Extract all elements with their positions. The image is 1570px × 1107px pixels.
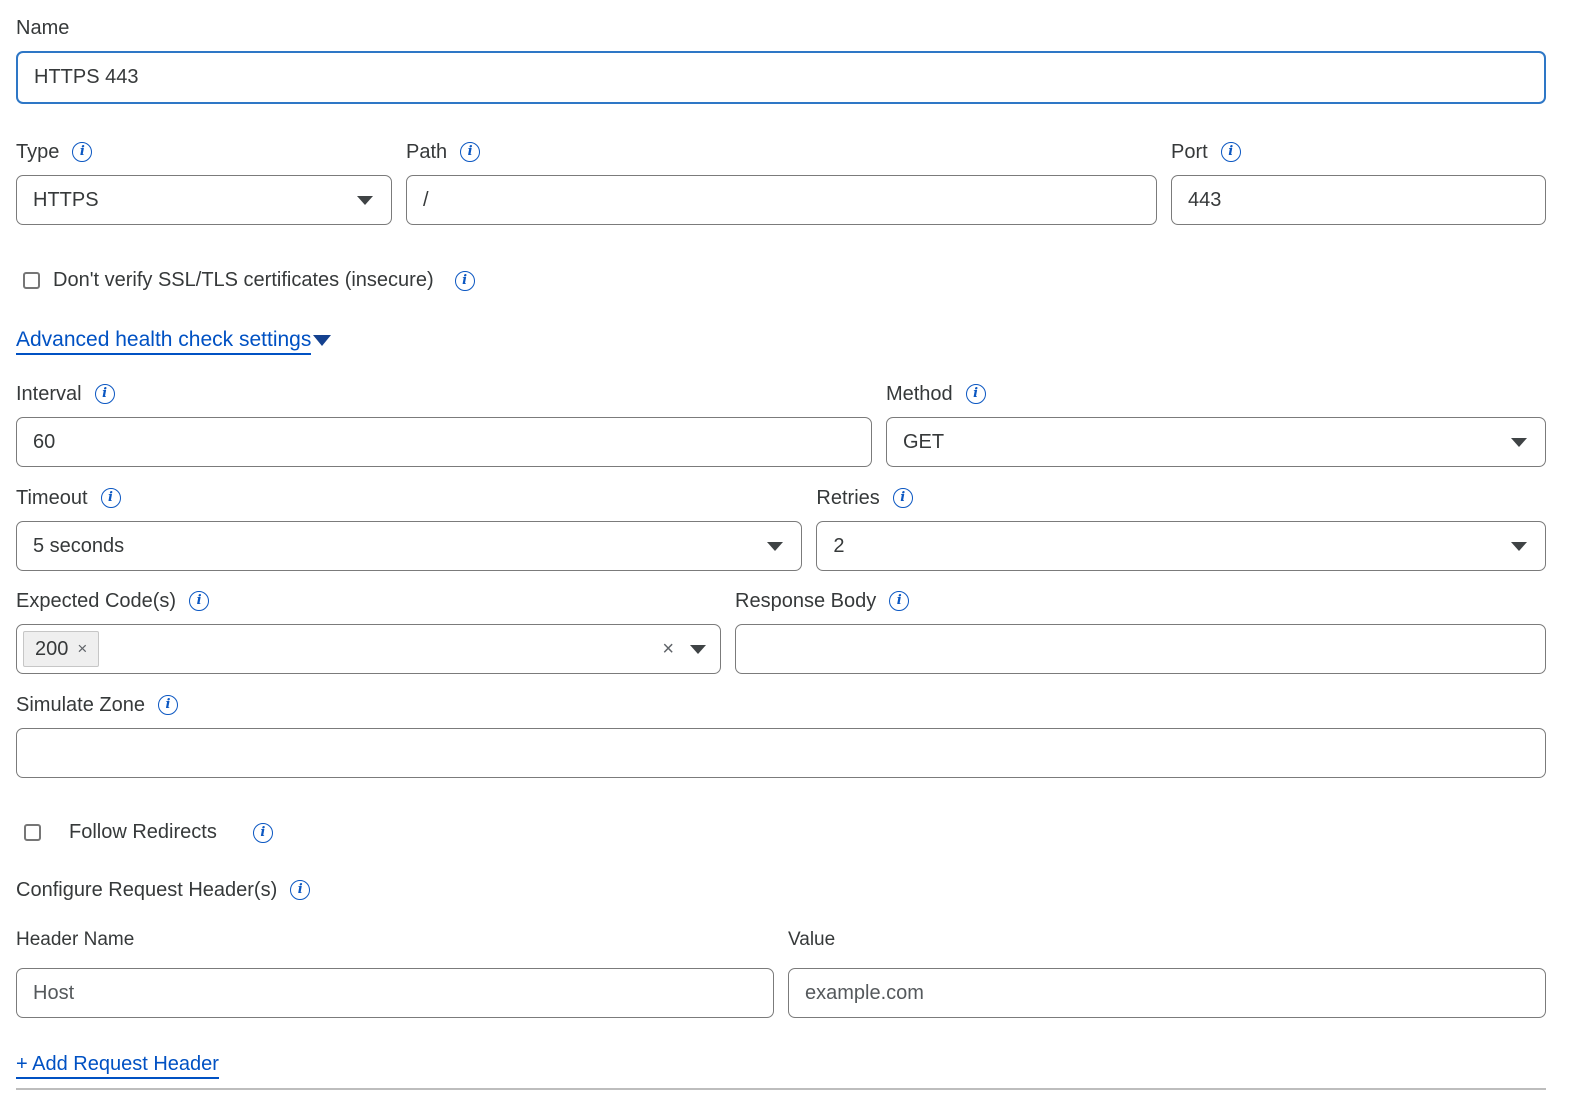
caret-down-icon: [1511, 542, 1527, 551]
caret-down-icon: [1511, 438, 1527, 447]
path-info-icon[interactable]: i: [460, 142, 480, 162]
header-value-column-label: Value: [788, 928, 1546, 952]
response-body-label: Response Body i: [735, 589, 1546, 613]
remove-tag-icon[interactable]: ×: [77, 639, 87, 659]
retries-label-text: Retries: [816, 486, 879, 510]
name-input[interactable]: [16, 51, 1546, 104]
name-label: Name: [16, 16, 1546, 40]
interval-info-icon[interactable]: i: [95, 384, 115, 404]
ssl-verify-label: Don't verify SSL/TLS certificates (insec…: [53, 269, 434, 292]
timeout-select-value: 5 seconds: [33, 535, 124, 558]
retries-select-value: 2: [833, 535, 844, 558]
interval-label: Interval i: [16, 382, 872, 406]
ssl-verify-checkbox[interactable]: [23, 272, 40, 289]
request-headers-section-label-text: Configure Request Header(s): [16, 878, 277, 902]
port-input[interactable]: [1171, 175, 1546, 225]
advanced-caret-down-icon: [313, 335, 331, 346]
type-info-icon[interactable]: i: [72, 142, 92, 162]
path-label: Path i: [406, 140, 1157, 164]
header-name-input[interactable]: [16, 968, 774, 1018]
add-request-header-link-text: + Add Request Header: [16, 1053, 219, 1079]
simulate-zone-input[interactable]: [16, 728, 1546, 778]
expected-codes-label-text: Expected Code(s): [16, 589, 176, 613]
header-name-column-label-text: Header Name: [16, 928, 134, 952]
caret-down-icon: [767, 542, 783, 551]
caret-down-icon[interactable]: [690, 645, 706, 654]
retries-label: Retries i: [816, 486, 1546, 510]
method-label-text: Method: [886, 382, 953, 406]
type-select-value: HTTPS: [33, 189, 99, 212]
timeout-info-icon[interactable]: i: [101, 488, 121, 508]
type-label: Type i: [16, 140, 392, 164]
timeout-select[interactable]: 5 seconds: [16, 521, 802, 571]
ssl-verify-info-icon[interactable]: i: [455, 271, 475, 291]
advanced-settings-link[interactable]: Advanced health check settings: [16, 328, 331, 351]
expected-code-tag: 200 ×: [23, 631, 99, 667]
response-body-label-text: Response Body: [735, 589, 876, 613]
simulate-zone-info-icon[interactable]: i: [158, 695, 178, 715]
follow-redirects-checkbox[interactable]: [24, 824, 41, 841]
port-label: Port i: [1171, 140, 1546, 164]
request-headers-info-icon[interactable]: i: [290, 880, 310, 900]
header-name-column-label: Header Name: [16, 928, 774, 952]
simulate-zone-label-text: Simulate Zone: [16, 693, 145, 717]
response-body-input[interactable]: [735, 624, 1546, 674]
method-select[interactable]: GET: [886, 417, 1546, 467]
follow-redirects-info-icon[interactable]: i: [253, 823, 273, 843]
response-body-info-icon[interactable]: i: [889, 591, 909, 611]
expected-code-tag-value: 200: [35, 638, 68, 661]
timeout-label-text: Timeout: [16, 486, 88, 510]
header-value-column-label-text: Value: [788, 928, 835, 952]
expected-codes-multiselect[interactable]: 200 × ×: [16, 624, 721, 674]
advanced-settings-link-text: Advanced health check settings: [16, 328, 311, 355]
interval-label-text: Interval: [16, 382, 82, 406]
clear-all-icon[interactable]: ×: [662, 638, 674, 661]
type-label-text: Type: [16, 140, 59, 164]
port-label-text: Port: [1171, 140, 1208, 164]
retries-info-icon[interactable]: i: [893, 488, 913, 508]
name-label-text: Name: [16, 16, 69, 40]
follow-redirects-label: Follow Redirects: [69, 821, 217, 844]
retries-select[interactable]: 2: [816, 521, 1546, 571]
method-label: Method i: [886, 382, 1546, 406]
section-divider: [16, 1088, 1546, 1090]
timeout-label: Timeout i: [16, 486, 802, 510]
health-check-form: Name Type i HTTPS Path i Port i: [0, 0, 1570, 1090]
header-value-input[interactable]: [788, 968, 1546, 1018]
expected-codes-label: Expected Code(s) i: [16, 589, 721, 613]
expected-codes-info-icon[interactable]: i: [189, 591, 209, 611]
caret-down-icon: [357, 196, 373, 205]
path-input[interactable]: [406, 175, 1157, 225]
request-header-row: Header Name Value: [16, 928, 1546, 1018]
port-info-icon[interactable]: i: [1221, 142, 1241, 162]
method-select-value: GET: [903, 431, 944, 454]
path-label-text: Path: [406, 140, 447, 164]
request-headers-section-label: Configure Request Header(s) i: [16, 878, 1546, 902]
interval-input[interactable]: [16, 417, 872, 467]
type-select[interactable]: HTTPS: [16, 175, 392, 225]
add-request-header-link[interactable]: + Add Request Header: [16, 1053, 219, 1079]
simulate-zone-label: Simulate Zone i: [16, 693, 1546, 717]
method-info-icon[interactable]: i: [966, 384, 986, 404]
